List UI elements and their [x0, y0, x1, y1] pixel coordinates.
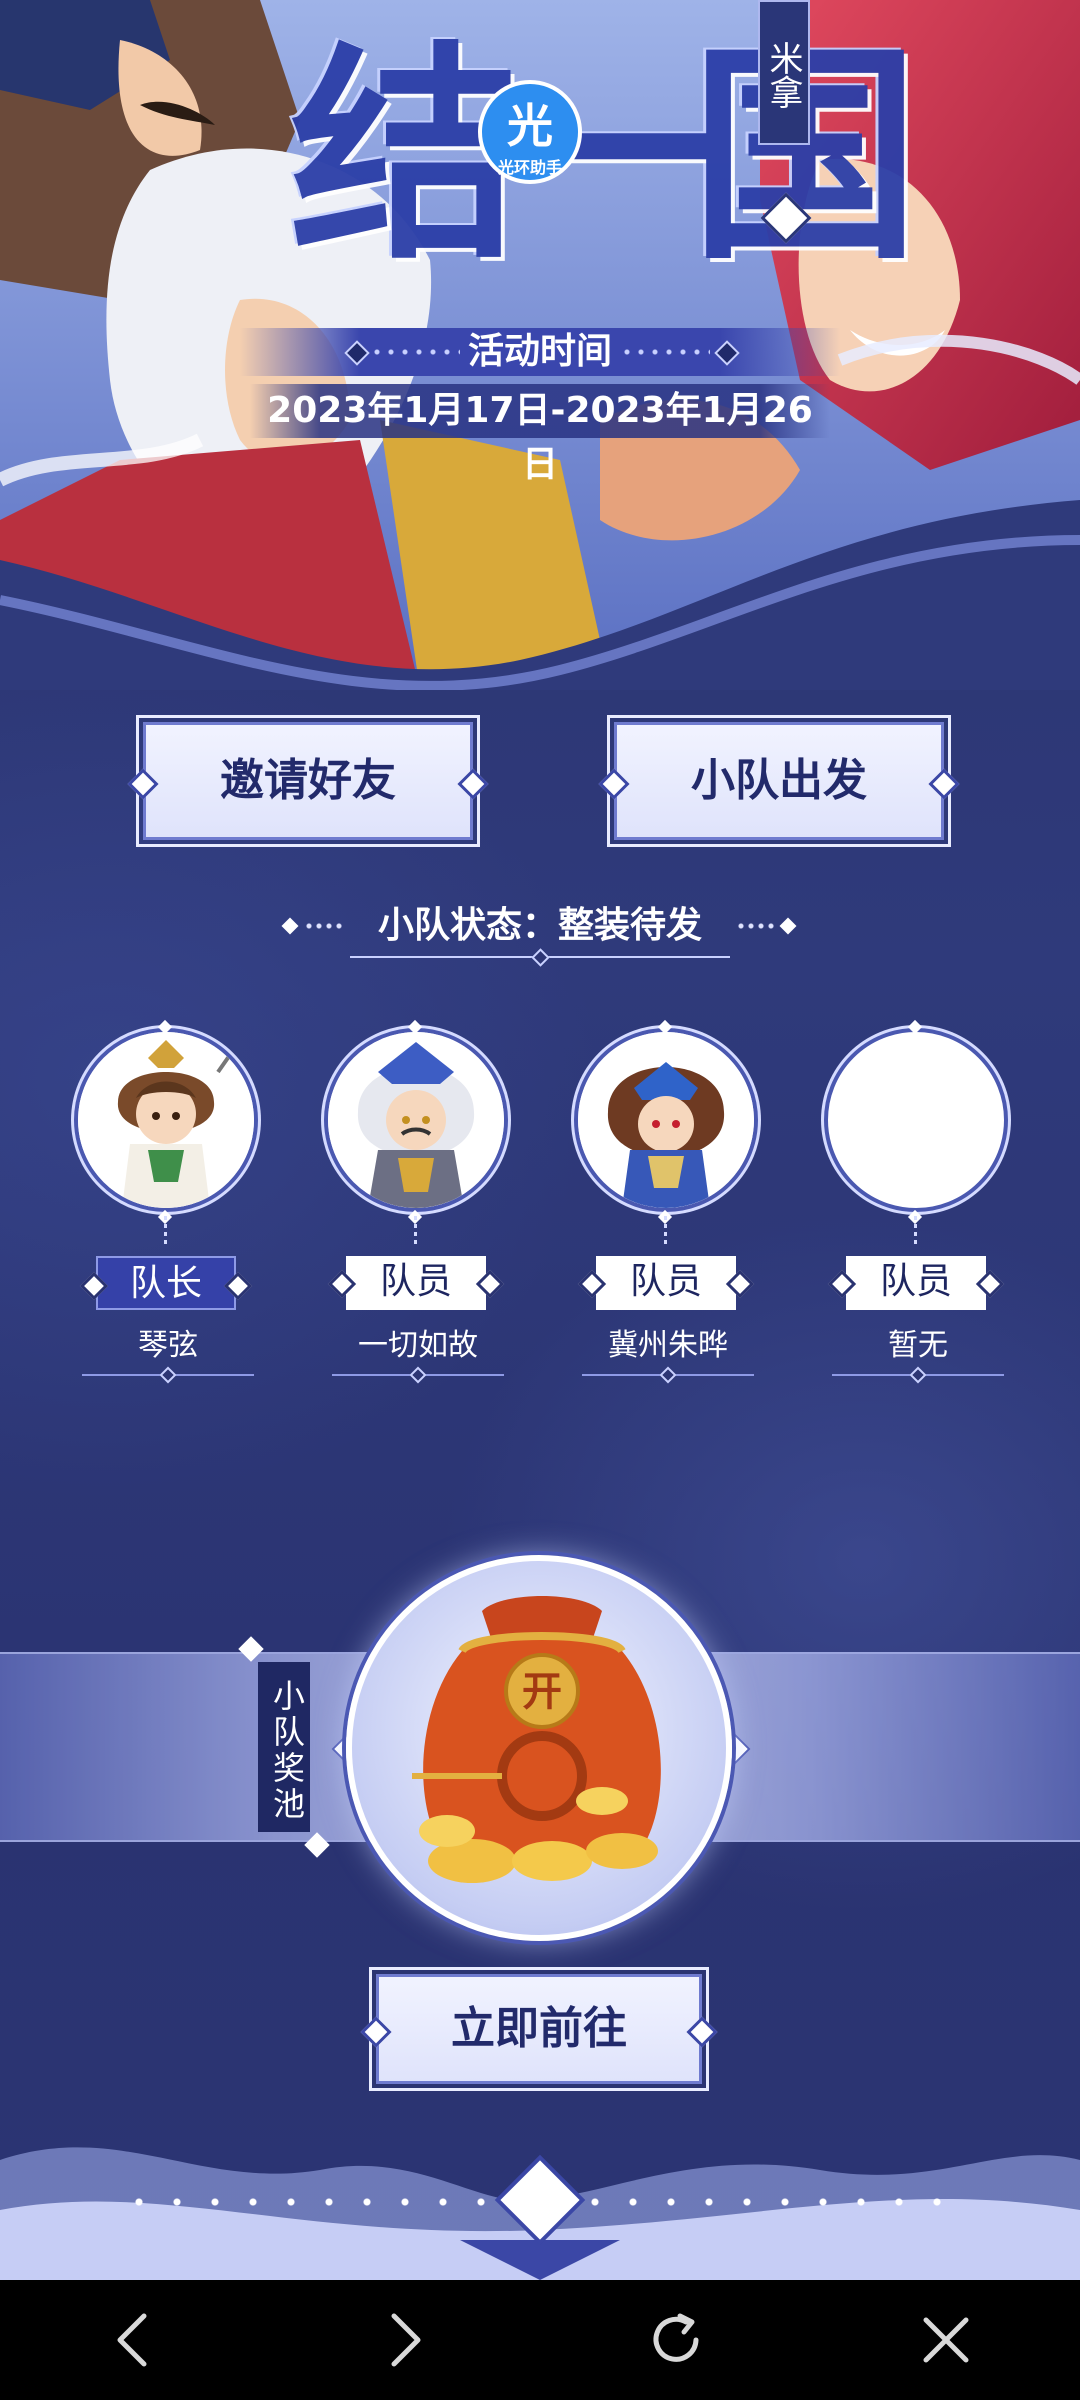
squad-member[interactable]: 队员 冀州朱晔 [568, 1019, 768, 1388]
go-now-button[interactable]: 立即前往 [369, 1967, 709, 2091]
decor-diamond [909, 1366, 927, 1384]
go-now-label: 立即前往 [451, 2003, 627, 2054]
chibi-avatar-3 [578, 1032, 754, 1208]
refresh-icon [653, 2313, 699, 2362]
time-value: 2023年1月17日-2023年1月26日 [267, 390, 813, 485]
app-logo: 光 光环助手 [478, 80, 582, 184]
forward-icon [391, 2313, 421, 2367]
treasure-bag-icon: 开 [412, 1596, 661, 1883]
role-badge: 队员 [846, 1256, 986, 1310]
forward-button[interactable] [344, 2280, 464, 2400]
connector [414, 1216, 417, 1246]
decor-dots [620, 348, 710, 356]
member-name: 暂无 [888, 1328, 948, 1363]
close-button[interactable] [886, 2280, 1006, 2400]
avatar-empty [824, 1028, 1008, 1212]
role-badge: 队员 [596, 1256, 736, 1310]
prize-pool-label: 小队奖池 [258, 1662, 310, 1832]
member-name: 一切如故 [358, 1328, 478, 1363]
bag-glyph: 开 [522, 1668, 562, 1715]
decor-dots [370, 348, 460, 356]
back-icon [117, 2313, 147, 2367]
decor-diamond [409, 1366, 427, 1384]
logo-glyph: 光 [507, 99, 553, 153]
squad-status: 小队状态：整装待发 [0, 900, 1080, 967]
event-page: 结一国 米拿 光 光环助手 活动时间 2023年1月17日-2023年1月26日… [0, 0, 1080, 2400]
invite-friends-button[interactable]: 邀请好友 [136, 715, 480, 847]
connector [164, 1216, 167, 1246]
member-name: 琴弦 [138, 1328, 198, 1363]
squad-member[interactable]: 队员 一切如故 [318, 1019, 518, 1388]
prize-bag-button[interactable]: 开 [346, 1555, 732, 1941]
connector [914, 1216, 917, 1246]
browser-navbar [0, 2280, 1080, 2400]
avatar [324, 1028, 508, 1212]
chibi-avatar-2 [328, 1032, 504, 1208]
role-badge: 队长 [96, 1256, 236, 1310]
avatar [74, 1028, 258, 1212]
event-time: 活动时间 2023年1月17日-2023年1月26日 [0, 328, 1080, 485]
refresh-button[interactable] [616, 2280, 736, 2400]
invite-friends-label: 邀请好友 [220, 755, 396, 806]
hero-banner: 结一国 米拿 光 光环助手 活动时间 2023年1月17日-2023年1月26日 [0, 0, 1080, 690]
decor-diamond [659, 1366, 677, 1384]
member-name: 冀州朱晔 [608, 1328, 728, 1363]
connector [664, 1216, 667, 1246]
logo-text: 光环助手 [497, 158, 562, 177]
avatar [574, 1028, 758, 1212]
role-badge: 队员 [346, 1256, 486, 1310]
time-label: 活动时间 [467, 331, 612, 372]
time-value-bar: 2023年1月17日-2023年1月26日 [250, 384, 830, 485]
squad-depart-button[interactable]: 小队出发 [607, 715, 951, 847]
decor-dots [736, 922, 776, 930]
back-button[interactable] [74, 2280, 194, 2400]
decor-diamond [159, 1366, 177, 1384]
squad-status-text: 小队状态：整装待发 [377, 905, 702, 946]
chibi-avatar-1 [78, 1032, 254, 1208]
close-icon [923, 2317, 969, 2363]
squad-member-empty[interactable]: 队员 暂无 [818, 1019, 1018, 1388]
hero-side-tag: 米拿 [758, 0, 810, 145]
time-label-bar: 活动时间 [240, 328, 840, 376]
squad-member[interactable]: 队长 琴弦 [68, 1019, 268, 1388]
squad-depart-label: 小队出发 [691, 755, 867, 806]
